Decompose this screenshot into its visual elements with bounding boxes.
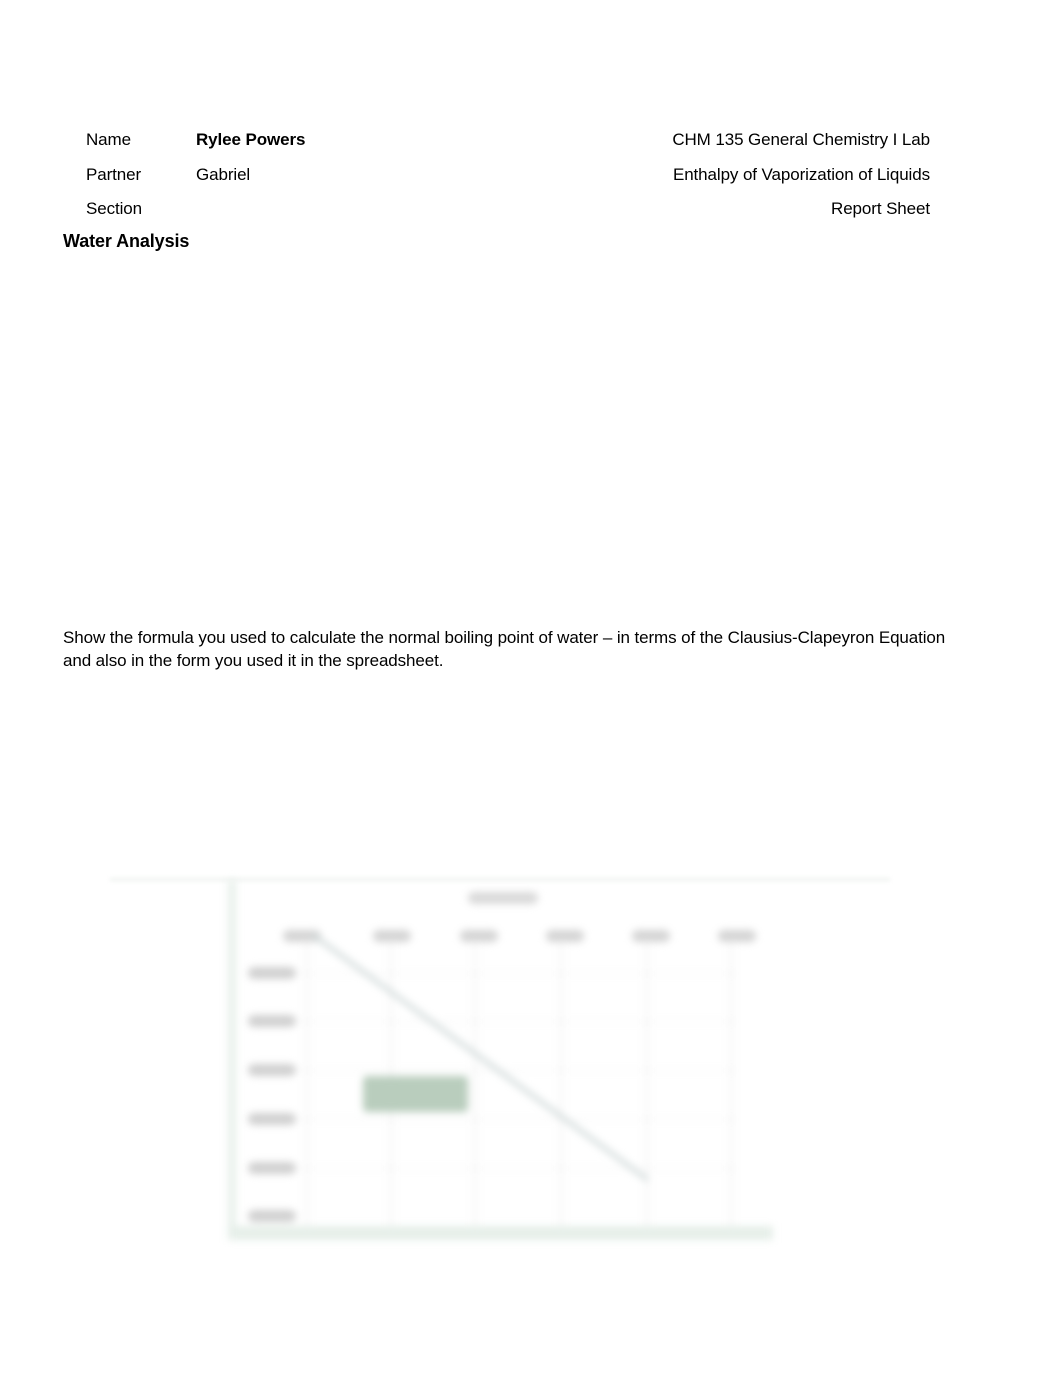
section-heading: Water Analysis: [63, 231, 190, 251]
section-label: Section: [86, 199, 143, 218]
question-prompt: Show the formula you used to calculate t…: [63, 628, 946, 670]
course-title: CHM 135 General Chemistry I Lab: [672, 130, 930, 149]
trend-line-blur: [311, 933, 650, 1182]
chart-image: [228, 880, 773, 1240]
name-label: Name: [86, 130, 131, 149]
name-value: Rylee Powers: [196, 130, 306, 149]
blurred-chart-preview: [110, 870, 890, 1260]
legend-blur: [363, 1076, 468, 1112]
partner-value: Gabriel: [196, 165, 251, 184]
trend-line: [311, 933, 650, 1182]
sheet-type: Report Sheet: [831, 199, 930, 218]
experiment-title: Enthalpy of Vaporization of Liquids: [672, 165, 930, 184]
partner-label: Partner: [86, 165, 142, 184]
